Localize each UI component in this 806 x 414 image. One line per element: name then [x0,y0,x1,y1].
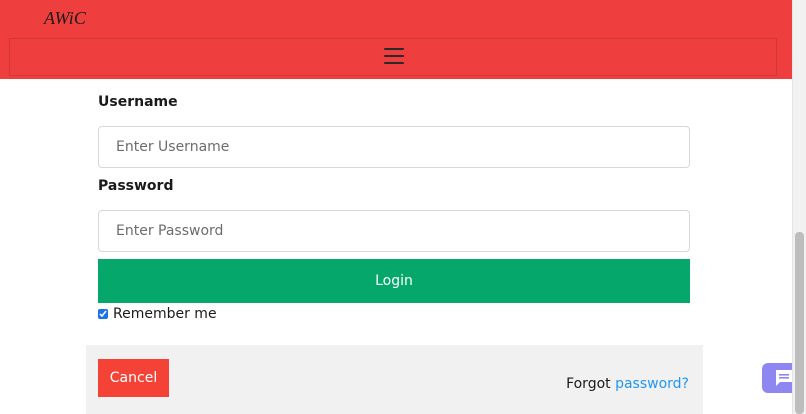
forgot-password: Forgot password? [566,376,689,392]
menu-toggle-line [384,48,404,50]
form-footer: Cancel Forgot password? [86,345,703,414]
chat-icon [775,370,793,386]
site-header: AWiC [0,0,792,79]
menu-toggle-icon[interactable] [384,47,406,65]
scrollbar-thumb[interactable] [795,232,804,414]
remember-checkbox[interactable] [98,309,108,319]
forgot-password-link[interactable]: password? [615,376,689,392]
page: AWiC Username Password Login Remember me… [0,0,806,414]
password-label: Password [98,178,174,194]
remember-label: Remember me [113,306,217,322]
password-input[interactable] [98,210,690,252]
username-input[interactable] [98,126,690,168]
username-label: Username [98,94,178,110]
remember-me[interactable]: Remember me [98,306,217,322]
menu-toggle-line [384,55,404,57]
brand-logo[interactable]: AWiC [44,8,86,29]
login-button[interactable]: Login [98,259,690,303]
forgot-prefix: Forgot [566,376,611,392]
cancel-button[interactable]: Cancel [98,359,169,397]
menu-toggle-line [384,62,404,64]
navbar [9,38,777,76]
page-scrollbar[interactable] [792,0,806,414]
